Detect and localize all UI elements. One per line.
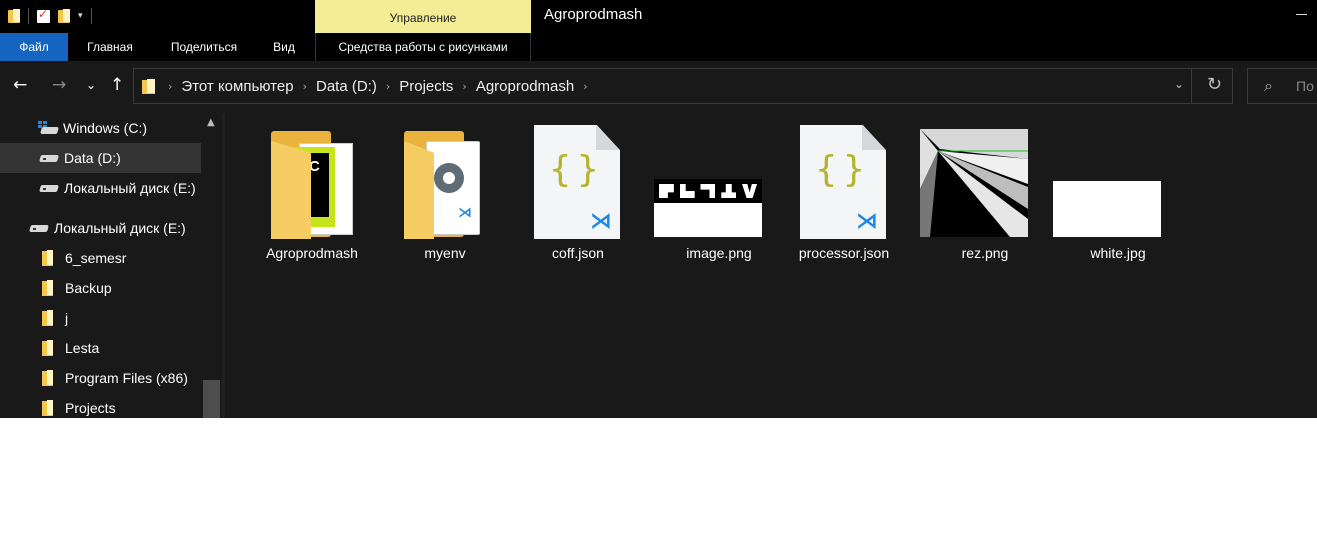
- chevron-right-icon[interactable]: ›: [168, 80, 172, 93]
- breadcrumb-this-pc[interactable]: Этот компьютер: [181, 78, 293, 95]
- search-input[interactable]: ⌕ По: [1247, 68, 1317, 104]
- folder-icon: [42, 370, 53, 386]
- nav-item-j[interactable]: j: [0, 303, 201, 333]
- customize-toolbar-icon[interactable]: ▾: [78, 11, 83, 21]
- image-thumbnail: [1052, 123, 1184, 241]
- scroll-up-icon[interactable]: ▲: [207, 117, 215, 128]
- title-bar: ▾ Управление Agroprodmash: [0, 0, 1317, 33]
- toolbar-divider: [90, 8, 92, 24]
- file-name: myenv: [424, 245, 466, 261]
- file-view: PC_ Agroprodmash ⋊ myenv: [225, 113, 1317, 418]
- nav-item-label: Локальный диск (E:): [54, 220, 186, 236]
- chevron-right-icon[interactable]: ›: [462, 80, 466, 93]
- folder-icon: [42, 340, 53, 356]
- toolbar-divider: [28, 8, 29, 24]
- image-thumbnail: [919, 123, 1051, 241]
- nav-item-label: Lesta: [65, 340, 100, 356]
- nav-item-windows-c[interactable]: Windows (C:): [0, 113, 222, 143]
- breadcrumb-data-d[interactable]: Data (D:): [316, 78, 377, 95]
- file-name: coff.json: [552, 245, 604, 261]
- settings-folder-icon: ⋊: [379, 123, 511, 241]
- nav-item-label: Projects: [65, 400, 116, 416]
- file-name: rez.png: [961, 245, 1009, 261]
- breadcrumb-agroprodmash[interactable]: Agroprodmash: [476, 78, 574, 95]
- tab-share[interactable]: Поделиться: [160, 33, 248, 61]
- nav-item-6-semesr[interactable]: 6_semesr: [0, 243, 201, 273]
- folder-icon: [42, 250, 53, 266]
- json-file-icon: {} ⋊: [512, 123, 644, 241]
- nav-scrollbar[interactable]: ▲: [202, 113, 222, 418]
- folder-icon: [142, 78, 155, 94]
- back-arrow-icon[interactable]: ←: [13, 75, 27, 95]
- tab-home[interactable]: Главная: [72, 33, 148, 61]
- file-item-processor-json[interactable]: {} ⋊ processor.json: [778, 123, 910, 273]
- tab-picture-tools[interactable]: Средства работы с рисунками: [315, 33, 531, 61]
- file-item-myenv[interactable]: ⋊ myenv: [379, 123, 511, 273]
- chevron-right-icon[interactable]: ›: [583, 80, 587, 93]
- nav-item-label: Data (D:): [64, 150, 121, 166]
- nav-item-label: Локальный диск (E:): [64, 180, 196, 196]
- drive-icon: [30, 223, 48, 233]
- search-icon: ⌕: [1264, 76, 1273, 95]
- minimize-icon[interactable]: [1296, 14, 1307, 15]
- nav-item-backup[interactable]: Backup: [0, 273, 201, 303]
- nav-item-local-disk-e-root[interactable]: Локальный диск (E:): [0, 213, 201, 243]
- nav-item-label: Windows (C:): [63, 120, 148, 136]
- scrollbar-thumb[interactable]: [203, 380, 220, 418]
- tab-view[interactable]: Вид: [262, 33, 306, 61]
- file-name: image.png: [686, 245, 752, 261]
- address-divider: [1191, 69, 1192, 103]
- new-folder-icon[interactable]: [58, 9, 70, 23]
- nav-item-label: Program Files (x86): [65, 370, 188, 386]
- pycharm-folder-icon: PC_: [246, 123, 378, 241]
- file-item-rez-png[interactable]: rez.png: [919, 123, 1051, 273]
- file-item-white-jpg[interactable]: white.jpg: [1052, 123, 1184, 273]
- json-file-icon: {} ⋊: [778, 123, 910, 241]
- nav-item-label: 6_semesr: [65, 250, 127, 266]
- search-placeholder: По: [1296, 78, 1314, 94]
- nav-item-label: j: [65, 310, 69, 326]
- folder-icon: [42, 280, 53, 296]
- tab-file[interactable]: Файл: [0, 33, 68, 61]
- nav-item-program-files-x86[interactable]: Program Files (x86): [0, 363, 201, 393]
- folder-icon[interactable]: [8, 9, 20, 23]
- file-name: Agroprodmash: [266, 245, 358, 261]
- nav-item-projects[interactable]: Projects: [0, 393, 201, 418]
- breadcrumb: › Этот компьютер › Data (D:) › Projects …: [142, 69, 597, 103]
- quick-access-toolbar: ▾: [8, 6, 92, 26]
- nav-item-label: Backup: [65, 280, 112, 296]
- nav-item-data-d[interactable]: Data (D:): [0, 143, 201, 173]
- window-title: Agroprodmash: [544, 6, 643, 23]
- nav-item-local-disk-e[interactable]: Локальный диск (E:): [0, 173, 201, 203]
- tab-picture-tools-label: Средства работы с рисунками: [338, 40, 508, 54]
- file-item-coff-json[interactable]: {} ⋊ coff.json: [512, 123, 644, 273]
- file-item-image-png[interactable]: image.png: [653, 123, 785, 273]
- forward-arrow-icon[interactable]: →: [52, 75, 66, 95]
- breadcrumb-projects[interactable]: Projects: [399, 78, 453, 95]
- chevron-down-icon[interactable]: ⌄: [1174, 77, 1184, 91]
- folder-icon: [42, 310, 53, 326]
- properties-icon[interactable]: [37, 7, 50, 23]
- refresh-icon[interactable]: ↻: [1207, 74, 1222, 95]
- chevron-right-icon[interactable]: ›: [386, 80, 390, 93]
- file-name: white.jpg: [1090, 245, 1146, 261]
- windows-drive-icon: [38, 121, 59, 135]
- recent-locations-chevron-icon[interactable]: ⌄: [86, 78, 96, 92]
- file-name: processor.json: [798, 245, 890, 261]
- drive-icon: [40, 183, 58, 193]
- tab-manage[interactable]: Управление: [315, 0, 531, 33]
- navigation-bar: ← → ⌄ ↑ › Этот компьютер › Data (D:) › P…: [0, 61, 1317, 113]
- chevron-right-icon[interactable]: ›: [303, 80, 307, 93]
- address-bar[interactable]: › Этот компьютер › Data (D:) › Projects …: [133, 68, 1233, 104]
- folder-icon: [42, 400, 53, 416]
- up-arrow-icon[interactable]: ↑: [110, 75, 124, 95]
- image-thumbnail: [653, 123, 785, 241]
- nav-item-lesta[interactable]: Lesta: [0, 333, 201, 363]
- navigation-pane: Windows (C:) Data (D:) Локальный диск (E…: [0, 113, 222, 418]
- ribbon-tabs: Файл Главная Поделиться Вид Средства раб…: [0, 33, 1317, 61]
- file-item-agroprodmash[interactable]: PC_ Agroprodmash: [246, 123, 378, 273]
- drive-icon: [40, 153, 58, 163]
- explorer-window: ▾ Управление Agroprodmash Файл Главная П…: [0, 0, 1317, 418]
